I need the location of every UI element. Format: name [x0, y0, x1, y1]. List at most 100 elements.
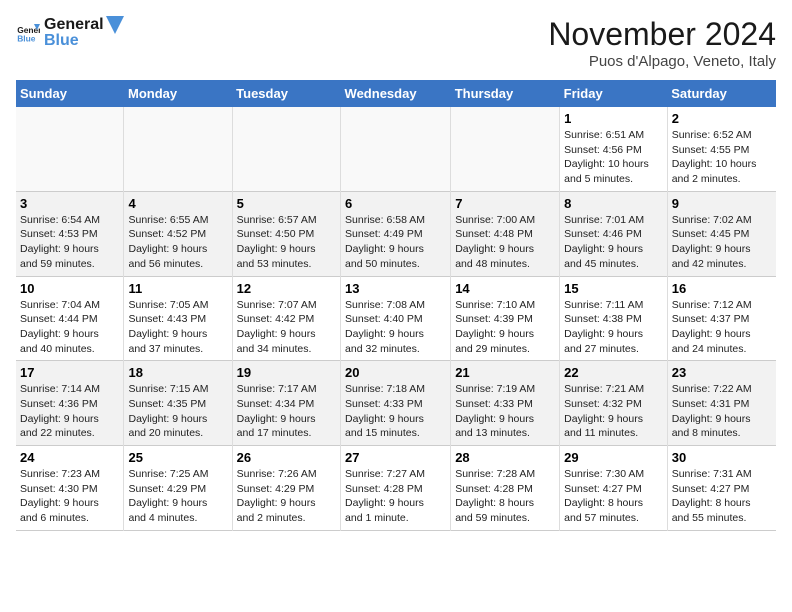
day-number: 18 — [128, 365, 227, 380]
day-info: Sunrise: 7:25 AM Sunset: 4:29 PM Dayligh… — [128, 467, 227, 526]
day-number: 13 — [345, 281, 446, 296]
calendar-cell: 5 Sunrise: 6:57 AM Sunset: 4:50 PM Daylig… — [232, 191, 340, 276]
calendar-cell: 7 Sunrise: 7:00 AM Sunset: 4:48 PM Daylig… — [451, 191, 560, 276]
logo-blue: Blue — [44, 32, 124, 50]
calendar-cell: 20 Sunrise: 7:18 AM Sunset: 4:33 PM Dayli… — [341, 361, 451, 446]
day-number: 29 — [564, 450, 663, 465]
day-number: 21 — [455, 365, 555, 380]
day-number: 5 — [237, 196, 336, 211]
calendar-cell: 22 Sunrise: 7:21 AM Sunset: 4:32 PM Dayli… — [560, 361, 668, 446]
logo-icon: General Blue — [16, 21, 40, 45]
calendar-cell: 8Sunrise: 7:01 AM Sunset: 4:46 PM Daylig… — [560, 191, 668, 276]
day-info: Sunrise: 6:55 AM Sunset: 4:52 PM Dayligh… — [128, 213, 227, 272]
day-info: Sunrise: 7:14 AM Sunset: 4:36 PM Dayligh… — [20, 382, 119, 441]
calendar-cell: 29 Sunrise: 7:30 AM Sunset: 4:27 PM Dayli… — [560, 446, 668, 531]
day-info: Sunrise: 7:10 AM Sunset: 4:39 PM Dayligh… — [455, 298, 555, 357]
day-number: 10 — [20, 281, 119, 296]
day-info: Sunrise: 6:58 AM Sunset: 4:49 PM Dayligh… — [345, 213, 446, 272]
day-number: 14 — [455, 281, 555, 296]
day-info: Sunrise: 7:21 AM Sunset: 4:32 PM Dayligh… — [564, 382, 663, 441]
weekday-header-tuesday: Tuesday — [232, 80, 340, 107]
calendar-cell: 17 Sunrise: 7:14 AM Sunset: 4:36 PM Dayli… — [16, 361, 124, 446]
day-number: 6 — [345, 196, 446, 211]
weekday-header-saturday: Saturday — [667, 80, 776, 107]
calendar-cell: 4 Sunrise: 6:55 AM Sunset: 4:52 PM Daylig… — [124, 191, 232, 276]
title-area: November 2024 Puos d'Alpago, Veneto, Ita… — [548, 16, 776, 70]
day-info: Sunrise: 7:05 AM Sunset: 4:43 PM Dayligh… — [128, 298, 227, 357]
calendar-cell: 15 Sunrise: 7:11 AM Sunset: 4:38 PM Dayli… — [560, 276, 668, 361]
calendar-cell: 30Sunrise: 7:31 AM Sunset: 4:27 PM Dayli… — [667, 446, 776, 531]
day-info: Sunrise: 7:28 AM Sunset: 4:28 PM Dayligh… — [455, 467, 555, 526]
calendar-cell: 24 Sunrise: 7:23 AM Sunset: 4:30 PM Dayli… — [16, 446, 124, 531]
week-row-5: 24 Sunrise: 7:23 AM Sunset: 4:30 PM Dayli… — [16, 446, 776, 531]
day-info: Sunrise: 7:15 AM Sunset: 4:35 PM Dayligh… — [128, 382, 227, 441]
calendar-cell — [232, 107, 340, 191]
day-number: 1 — [564, 111, 663, 126]
day-info: Sunrise: 7:30 AM Sunset: 4:27 PM Dayligh… — [564, 467, 663, 526]
calendar-cell: 26Sunrise: 7:26 AM Sunset: 4:29 PM Dayli… — [232, 446, 340, 531]
calendar-cell — [341, 107, 451, 191]
day-number: 2 — [672, 111, 772, 126]
day-info: Sunrise: 7:26 AM Sunset: 4:29 PM Dayligh… — [237, 467, 336, 526]
day-number: 24 — [20, 450, 119, 465]
weekday-header-monday: Monday — [124, 80, 232, 107]
calendar-cell — [124, 107, 232, 191]
day-info: Sunrise: 7:04 AM Sunset: 4:44 PM Dayligh… — [20, 298, 119, 357]
day-number: 3 — [20, 196, 119, 211]
calendar-cell: 3 Sunrise: 6:54 AM Sunset: 4:53 PM Daylig… — [16, 191, 124, 276]
day-number: 4 — [128, 196, 227, 211]
day-info: Sunrise: 7:27 AM Sunset: 4:28 PM Dayligh… — [345, 467, 446, 526]
calendar-cell: 6 Sunrise: 6:58 AM Sunset: 4:49 PM Daylig… — [341, 191, 451, 276]
day-number: 7 — [455, 196, 555, 211]
calendar-cell: 27 Sunrise: 7:27 AM Sunset: 4:28 PM Dayli… — [341, 446, 451, 531]
day-number: 15 — [564, 281, 663, 296]
header: General Blue General Blue November 2024 … — [16, 16, 776, 70]
day-number: 28 — [455, 450, 555, 465]
weekday-header-thursday: Thursday — [451, 80, 560, 107]
calendar-cell: 28 Sunrise: 7:28 AM Sunset: 4:28 PM Dayli… — [451, 446, 560, 531]
calendar-cell: 12Sunrise: 7:07 AM Sunset: 4:42 PM Dayli… — [232, 276, 340, 361]
day-number: 8 — [564, 196, 663, 211]
calendar-cell: 11Sunrise: 7:05 AM Sunset: 4:43 PM Dayli… — [124, 276, 232, 361]
week-row-1: 1Sunrise: 6:51 AM Sunset: 4:56 PM Daylig… — [16, 107, 776, 191]
calendar-cell: 25 Sunrise: 7:25 AM Sunset: 4:29 PM Dayli… — [124, 446, 232, 531]
day-info: Sunrise: 7:11 AM Sunset: 4:38 PM Dayligh… — [564, 298, 663, 357]
calendar-cell: 21Sunrise: 7:19 AM Sunset: 4:33 PM Dayli… — [451, 361, 560, 446]
logo: General Blue General Blue — [16, 16, 124, 50]
day-number: 22 — [564, 365, 663, 380]
week-row-3: 10 Sunrise: 7:04 AM Sunset: 4:44 PM Dayli… — [16, 276, 776, 361]
calendar-table: SundayMondayTuesdayWednesdayThursdayFrid… — [16, 80, 776, 531]
svg-text:Blue: Blue — [17, 33, 36, 43]
week-row-4: 17 Sunrise: 7:14 AM Sunset: 4:36 PM Dayli… — [16, 361, 776, 446]
weekday-header-sunday: Sunday — [16, 80, 124, 107]
month-title: November 2024 — [548, 16, 776, 53]
logo-triangle-icon — [106, 16, 124, 34]
day-number: 19 — [237, 365, 336, 380]
day-number: 25 — [128, 450, 227, 465]
day-info: Sunrise: 6:52 AM Sunset: 4:55 PM Dayligh… — [672, 128, 772, 187]
day-number: 16 — [672, 281, 772, 296]
day-info: Sunrise: 7:00 AM Sunset: 4:48 PM Dayligh… — [455, 213, 555, 272]
day-info: Sunrise: 7:18 AM Sunset: 4:33 PM Dayligh… — [345, 382, 446, 441]
day-number: 23 — [672, 365, 772, 380]
day-info: Sunrise: 7:31 AM Sunset: 4:27 PM Dayligh… — [672, 467, 772, 526]
day-info: Sunrise: 6:57 AM Sunset: 4:50 PM Dayligh… — [237, 213, 336, 272]
day-info: Sunrise: 7:02 AM Sunset: 4:45 PM Dayligh… — [672, 213, 772, 272]
day-info: Sunrise: 7:08 AM Sunset: 4:40 PM Dayligh… — [345, 298, 446, 357]
day-info: Sunrise: 7:12 AM Sunset: 4:37 PM Dayligh… — [672, 298, 772, 357]
day-info: Sunrise: 6:54 AM Sunset: 4:53 PM Dayligh… — [20, 213, 119, 272]
calendar-cell: 14 Sunrise: 7:10 AM Sunset: 4:39 PM Dayli… — [451, 276, 560, 361]
calendar-cell: 9 Sunrise: 7:02 AM Sunset: 4:45 PM Daylig… — [667, 191, 776, 276]
day-info: Sunrise: 7:17 AM Sunset: 4:34 PM Dayligh… — [237, 382, 336, 441]
calendar-cell: 18 Sunrise: 7:15 AM Sunset: 4:35 PM Dayli… — [124, 361, 232, 446]
day-number: 17 — [20, 365, 119, 380]
day-info: Sunrise: 7:23 AM Sunset: 4:30 PM Dayligh… — [20, 467, 119, 526]
day-info: Sunrise: 7:22 AM Sunset: 4:31 PM Dayligh… — [672, 382, 772, 441]
day-number: 27 — [345, 450, 446, 465]
day-number: 9 — [672, 196, 772, 211]
calendar-cell: 1Sunrise: 6:51 AM Sunset: 4:56 PM Daylig… — [560, 107, 668, 191]
calendar-cell: 19 Sunrise: 7:17 AM Sunset: 4:34 PM Dayli… — [232, 361, 340, 446]
weekday-header-wednesday: Wednesday — [341, 80, 451, 107]
day-number: 20 — [345, 365, 446, 380]
calendar-cell: 2 Sunrise: 6:52 AM Sunset: 4:55 PM Daylig… — [667, 107, 776, 191]
